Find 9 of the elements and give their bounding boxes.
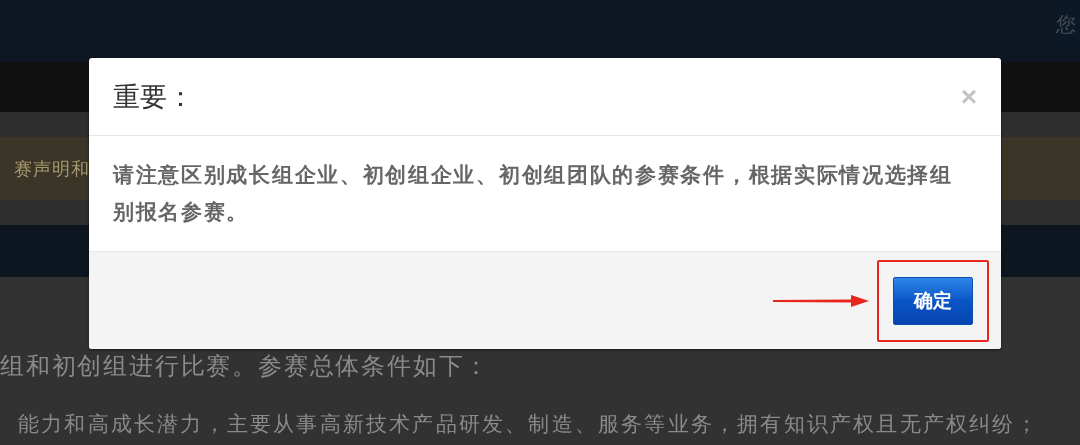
paragraph: 能力和高成长潜力，主要从事高新技术产品研发、制造、服务等业务，拥有知识产权且无产权纠纷；	[18, 411, 1040, 437]
notice-text: 赛声明和	[14, 156, 90, 181]
dialog-message: 请注意区别成长组企业、初创组企业、初创组团队的参赛条件，根据实际情况选择组别报名参赛。	[113, 161, 954, 226]
header-link[interactable]: 您	[1052, 0, 1080, 48]
dialog-title: 重要：	[113, 79, 194, 114]
close-button[interactable]: ×	[960, 82, 977, 111]
arrow-icon	[773, 293, 869, 308]
confirm-button[interactable]: 确定	[893, 276, 973, 325]
paragraph: 组和初创组进行比赛。参赛总体条件如下：	[0, 351, 492, 381]
